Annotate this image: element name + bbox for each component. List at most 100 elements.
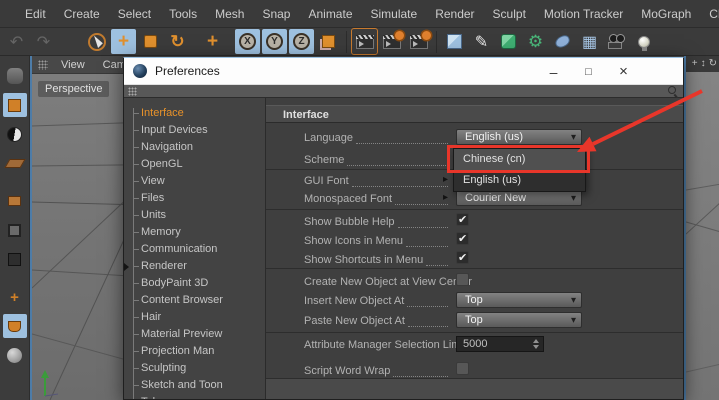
row-paste-new-object: Paste New Object At Top ▾ (266, 312, 683, 329)
section-header: Interface (266, 105, 683, 123)
maximize-button[interactable]: □ (571, 58, 606, 85)
show-bubble-help-checkbox[interactable]: ✔ (456, 213, 469, 226)
render-settings-icon[interactable] (406, 29, 431, 54)
create-new-object-checkbox[interactable]: ✔ (456, 273, 469, 286)
light-icon[interactable] (631, 29, 656, 54)
viewport-right[interactable]: + ↕ ↻ (684, 56, 719, 400)
option-chinese-cn[interactable]: Chinese (cn) (454, 149, 585, 170)
search-icon[interactable] (668, 86, 676, 94)
enable-axis-icon[interactable]: + (3, 285, 27, 309)
z-axis-lock-icon[interactable]: Z (289, 29, 314, 54)
floor-icon[interactable]: ▦ (577, 29, 602, 54)
app-logo-icon (133, 64, 147, 78)
sidebar-item[interactable]: Renderer (124, 258, 265, 275)
grip-handle-icon[interactable] (38, 60, 48, 70)
sidebar-item[interactable]: Navigation (124, 139, 265, 156)
dialog-titlebar[interactable]: Preferences – □ × (124, 58, 683, 85)
world-axis-icon (38, 368, 64, 398)
camera-icon[interactable] (604, 29, 629, 54)
undo-icon[interactable]: ↶ (4, 29, 29, 54)
polygons-mode-icon[interactable] (3, 247, 27, 271)
sidebar-item[interactable]: OpenGL (124, 156, 265, 173)
selection-limit-field[interactable]: 5000 (456, 336, 544, 352)
menu-item[interactable]: Character (700, 7, 719, 21)
sidebar-item[interactable]: Projection Man (124, 343, 265, 360)
menu-item[interactable]: Animate (299, 7, 361, 21)
viewport-paint-icon[interactable] (3, 314, 27, 338)
option-english-us[interactable]: English (us) (454, 170, 585, 191)
monospaced-font-dropdown[interactable]: Courier New ▾ (456, 190, 582, 206)
sidebar-item[interactable]: Input Devices (124, 122, 265, 139)
make-editable-icon[interactable] (3, 64, 27, 88)
sidebar-item[interactable]: View (124, 173, 265, 190)
menu-item[interactable]: MoGraph (632, 7, 700, 21)
close-button[interactable]: × (606, 58, 641, 85)
generators-icon[interactable] (496, 29, 521, 54)
grip-handle-icon[interactable] (128, 87, 137, 96)
show-icons-in-menu-checkbox[interactable]: ✔ (456, 232, 469, 245)
sidebar-item[interactable]: Content Browser (124, 292, 265, 309)
sidebar-item[interactable]: Material Preview (124, 326, 265, 343)
menu-item[interactable]: Tools (160, 7, 206, 21)
dialog-title: Preferences (155, 64, 220, 78)
chevron-down-icon: ▾ (571, 191, 576, 206)
render-picture-viewer-icon[interactable] (379, 29, 404, 54)
sidebar-item[interactable]: Units (124, 207, 265, 224)
sidebar-item[interactable]: Communication (124, 241, 265, 258)
add-cube-icon[interactable] (442, 29, 467, 54)
sidebar-item[interactable]: Hair (124, 309, 265, 326)
script-word-wrap-checkbox[interactable]: ✔ (456, 362, 469, 375)
y-axis-lock-icon[interactable]: Y (262, 29, 287, 54)
spinner-icon[interactable] (533, 339, 539, 349)
model-mode-icon[interactable] (3, 93, 27, 117)
sidebar-item[interactable]: Memory (124, 224, 265, 241)
language-dropdown[interactable]: English (us) ▾ (456, 129, 582, 145)
menu-item[interactable]: Select (109, 7, 160, 21)
menu-item[interactable]: Render (426, 7, 483, 21)
sidebar-item[interactable]: BodyPaint 3D (124, 275, 265, 292)
edges-mode-icon[interactable] (3, 218, 27, 242)
last-tool-icon[interactable]: + (200, 29, 225, 54)
zoom-view-icon[interactable]: ↕ (701, 59, 706, 69)
menu-item[interactable]: Edit (16, 7, 55, 21)
scale-tool-icon[interactable] (138, 29, 163, 54)
points-mode-icon[interactable] (3, 189, 27, 213)
menu-item[interactable]: Create (55, 7, 109, 21)
sidebar-item[interactable]: Files (124, 190, 265, 207)
render-view-icon[interactable] (352, 29, 377, 54)
move-tool-icon[interactable]: + (111, 29, 136, 54)
sidebar-item[interactable]: Sculpting (124, 360, 265, 377)
prefs-main-panel: Interface Language English (us) ▾ Scheme… (266, 98, 683, 399)
coordinate-system-icon[interactable] (316, 29, 341, 54)
sidebar-item[interactable]: Interface (124, 105, 265, 122)
panel-footer (266, 378, 683, 399)
redo-icon[interactable]: ↷ (31, 29, 56, 54)
mograph-icon[interactable]: ⚙ (523, 29, 548, 54)
menu-item[interactable]: Snap (253, 7, 299, 21)
pan-view-icon[interactable]: + (692, 59, 698, 69)
insert-new-object-dropdown[interactable]: Top ▾ (456, 292, 582, 308)
sidebar-item[interactable]: Takes (124, 394, 265, 399)
workplane-mode-icon[interactable] (3, 151, 27, 175)
spline-pen-icon[interactable]: ✎ (469, 29, 494, 54)
texture-mode-icon[interactable] (3, 122, 27, 146)
mode-palette: + (0, 56, 30, 400)
deformers-icon[interactable] (550, 29, 575, 54)
monospaced-font-label: Monospaced Font (304, 193, 392, 205)
minimize-button[interactable]: – (536, 58, 571, 85)
x-axis-lock-icon[interactable]: X (235, 29, 260, 54)
snap-icon[interactable] (3, 343, 27, 367)
gui-font-label: GUI Font (304, 175, 349, 187)
show-shortcuts-in-menu-checkbox[interactable]: ✔ (456, 251, 469, 264)
viewport-menu-item[interactable]: View (52, 59, 94, 71)
sidebar-item[interactable]: Sketch and Toon (124, 377, 265, 394)
live-selection-icon[interactable] (84, 29, 109, 54)
rotate-view-icon[interactable]: ↻ (709, 59, 717, 69)
rotate-tool-icon[interactable]: ↻ (165, 29, 190, 54)
menu-item[interactable]: Mesh (206, 7, 253, 21)
menu-item[interactable]: Motion Tracker (535, 7, 632, 21)
row-script-word-wrap: Script Word Wrap ✔ (266, 362, 683, 379)
paste-new-object-dropdown[interactable]: Top ▾ (456, 312, 582, 328)
menu-item[interactable]: Simulate (362, 7, 427, 21)
menu-item[interactable]: Sculpt (484, 7, 535, 21)
